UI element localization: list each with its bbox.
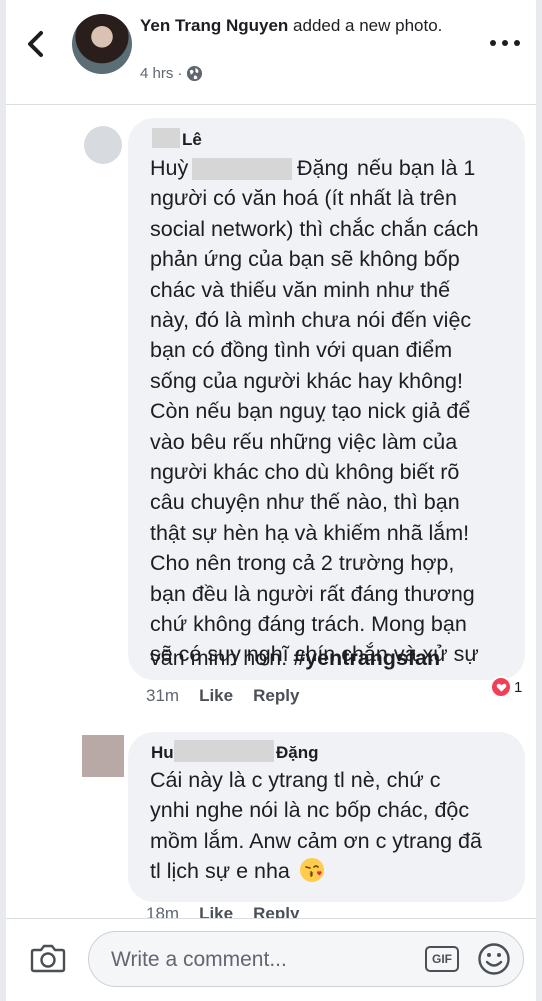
comment-line: ynhi nghe nói là nc bốp chác, độc (150, 798, 470, 823)
comment-time[interactable]: 31m (146, 686, 179, 706)
comment-line: Cho nên trong cả 2 trường hợp, (150, 551, 455, 576)
comment-line: sống của người khác hay không! (150, 368, 463, 393)
comment-line: người có văn hoá (ít nhất là trên (150, 186, 457, 211)
comment-line-text: văn minh hơn. (150, 646, 288, 670)
gif-button[interactable]: GIF (425, 946, 459, 972)
comment-line: người khác cho dù không biết rõ (150, 460, 460, 484)
commenter-avatar[interactable] (82, 735, 124, 777)
comment-bubble[interactable]: Lê Huỳ Đặng nếu bạn là 1 người có văn ho… (128, 118, 525, 680)
comment-line: bạn có đồng tình với quan điểm (150, 338, 453, 363)
comment-line: văn minh hơn. #yentrangsfan (150, 643, 440, 673)
comment-input[interactable] (109, 942, 413, 978)
commenter-name-suffix[interactable]: Đặng (276, 743, 319, 763)
comment-line: social network) thì chắc chắn cách (150, 216, 479, 241)
post-author-line: Yen Trang Nguyen added a new photo. (140, 14, 470, 37)
post-meta: 4 hrs · (140, 65, 203, 82)
mention-redaction (192, 158, 292, 180)
comments-screen: Yen Trang Nguyen added a new photo. 4 hr… (6, 0, 536, 1001)
name-redaction (174, 740, 274, 762)
globe-icon (187, 65, 203, 82)
comment-input-box[interactable]: GIF (88, 931, 524, 987)
comment-line: Còn nếu bạn nguỵ tạo nick giả để (150, 399, 471, 424)
dot-icon (490, 40, 496, 46)
comment-mention-prefix[interactable]: Huỳ (150, 153, 188, 183)
comment-line: này, đó là mình chưa nói đến việc (150, 308, 472, 332)
author-avatar[interactable] (72, 14, 132, 74)
comment-line: nếu bạn là 1 (357, 156, 476, 180)
comment-line: thật sự hèn hạ và khiếm nhã lắm! (150, 520, 470, 545)
comment-line-text: tl lịch sự e nha (150, 859, 290, 884)
reaction-count: 1 (514, 678, 523, 696)
comment-line: Cái này là c ytrang tl nè, chứ c (150, 768, 441, 792)
post-action-text: added a new photo. (293, 16, 443, 35)
header-divider (6, 104, 536, 105)
smiley-face-icon[interactable] (477, 942, 511, 976)
like-button[interactable]: Like (199, 686, 233, 706)
back-button[interactable] (22, 28, 50, 60)
post-time[interactable]: 4 hrs (140, 65, 173, 82)
comment-line: vào bêu rếu những việc làm của (150, 429, 458, 454)
heart-reaction-icon (490, 676, 512, 698)
camera-icon[interactable] (30, 943, 66, 973)
comment-line: phản ứng của bạn sẽ không bốp (150, 247, 460, 272)
comment-line: câu chuyện như thế nào, thì bạn (150, 490, 460, 515)
post-header: Yen Trang Nguyen added a new photo. 4 hr… (6, 0, 536, 104)
reply-button[interactable]: Reply (253, 686, 299, 706)
commenter-avatar[interactable] (84, 126, 122, 164)
reaction-summary[interactable]: 1 (490, 676, 522, 698)
post-author-name[interactable]: Yen Trang Nguyen (140, 16, 288, 35)
comment-line: chứ không đáng trách. Mong bạn (150, 612, 467, 636)
commenter-name[interactable]: Lê (182, 130, 202, 150)
comment-line: chác và thiếu văn minh như thế (150, 277, 451, 302)
kissing-face-emoji-icon (299, 858, 324, 883)
name-redaction (152, 128, 180, 148)
comment-line: mồm lắm. Anw cảm ơn c ytrang đã (150, 828, 482, 853)
comment-line: bạn đều là người rất đáng thương (150, 581, 475, 606)
comment-bubble[interactable]: Hu Đặng Cái này là c ytrang tl nè, chứ c… (128, 732, 525, 902)
dot-icon (514, 40, 520, 46)
chevron-left-icon (28, 31, 43, 57)
comment-line: tl lịch sự e nha (150, 856, 324, 886)
comment-composer: GIF (6, 918, 536, 1001)
hashtag-link[interactable]: #yentrangsfan (293, 646, 440, 670)
comment-mention-suffix[interactable]: Đặng (297, 153, 348, 183)
dot-icon (502, 40, 508, 46)
more-options-button[interactable] (490, 36, 520, 50)
comment-actions: 31m Like Reply (146, 686, 299, 706)
commenter-name-prefix[interactable]: Hu (151, 743, 174, 763)
